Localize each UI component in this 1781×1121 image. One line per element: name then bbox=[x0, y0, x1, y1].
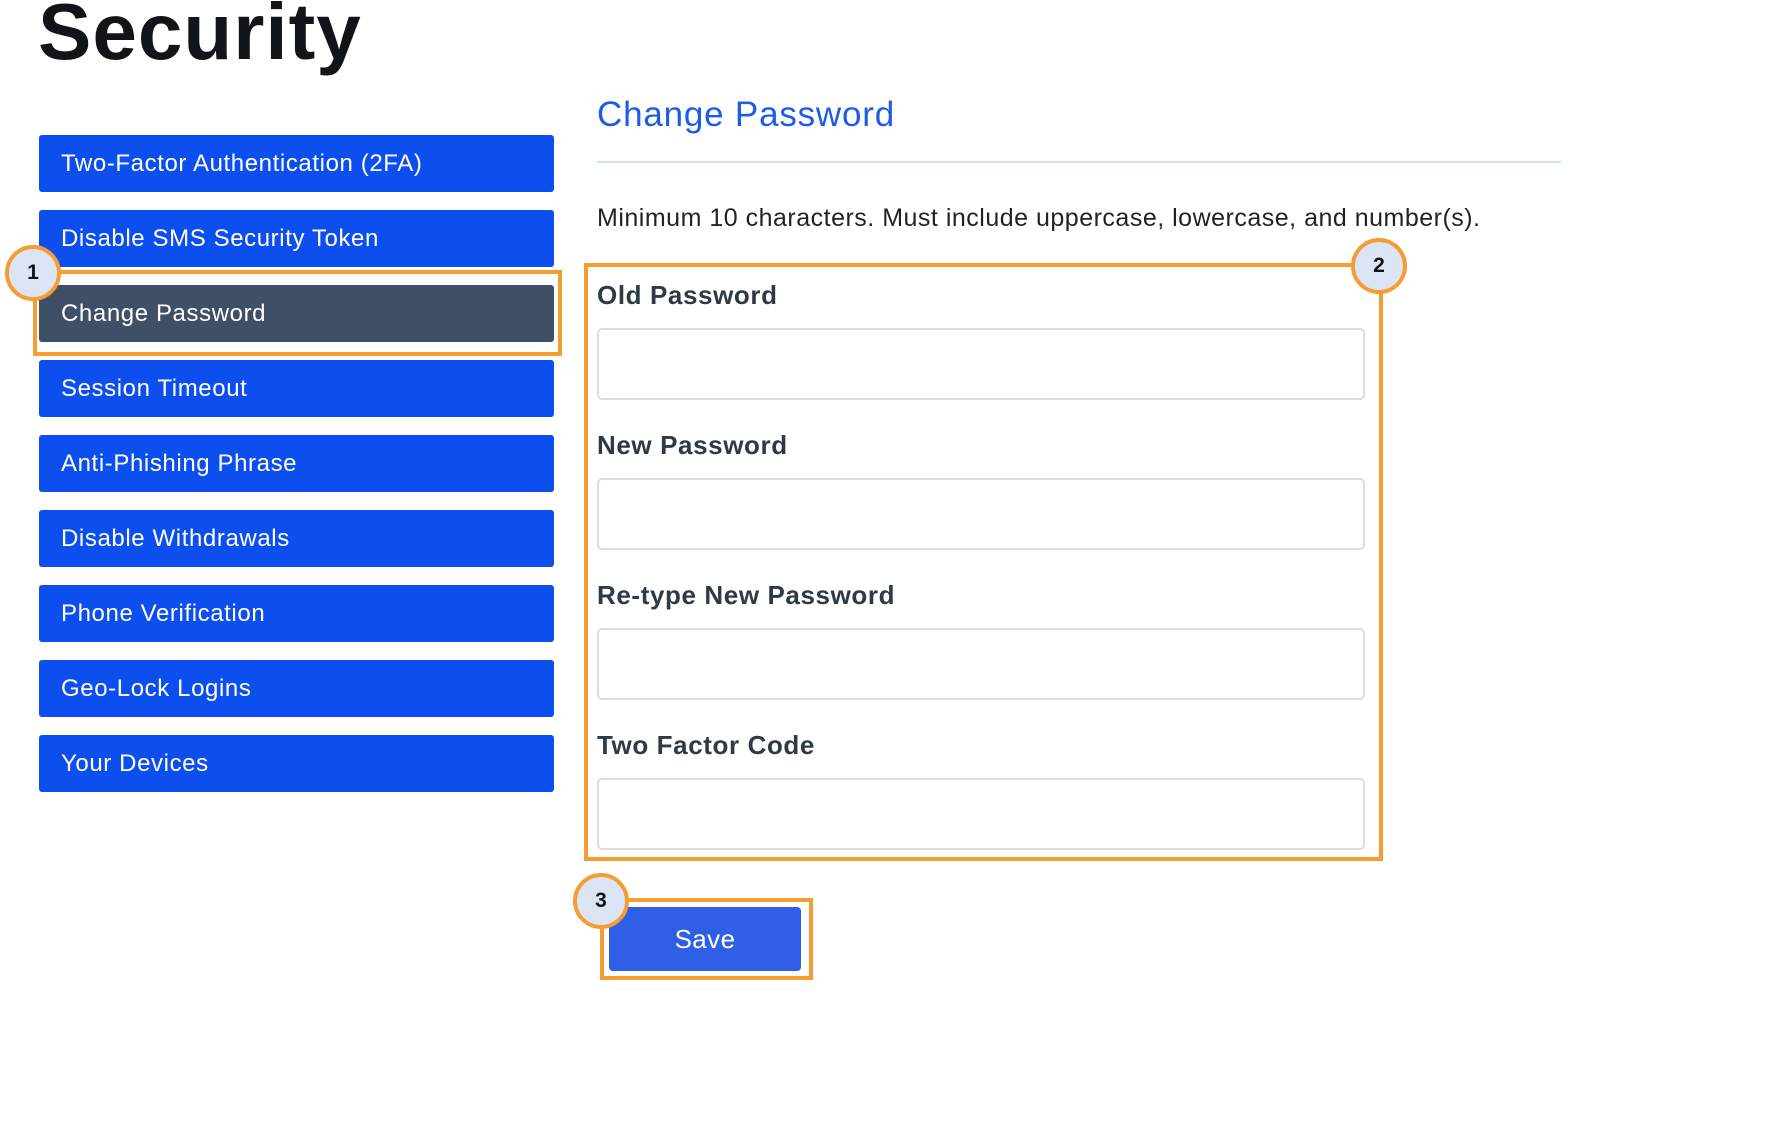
callout-badge-3: 3 bbox=[573, 873, 629, 929]
password-requirements-hint: Minimum 10 characters. Must include uppe… bbox=[597, 204, 1481, 232]
two-factor-code-label: Two Factor Code bbox=[597, 730, 815, 760]
sidebar-item-two-factor-authentication[interactable]: Two-Factor Authentication (2FA) bbox=[39, 135, 554, 192]
callout-badge-1: 1 bbox=[5, 245, 61, 301]
save-button[interactable]: Save bbox=[609, 907, 801, 971]
old-password-field[interactable] bbox=[597, 328, 1365, 400]
sidebar-item-phone-verification[interactable]: Phone Verification bbox=[39, 585, 554, 642]
new-password-field[interactable] bbox=[597, 478, 1365, 550]
sidebar-item-your-devices[interactable]: Your Devices bbox=[39, 735, 554, 792]
section-divider bbox=[597, 161, 1561, 163]
two-factor-code-field[interactable] bbox=[597, 778, 1365, 850]
page-title: Security bbox=[38, 0, 362, 76]
new-password-label: New Password bbox=[597, 430, 788, 460]
sidebar-item-disable-withdrawals[interactable]: Disable Withdrawals bbox=[39, 510, 554, 567]
sidebar-item-session-timeout[interactable]: Session Timeout bbox=[39, 360, 554, 417]
retype-new-password-label: Re-type New Password bbox=[597, 580, 896, 610]
retype-new-password-field[interactable] bbox=[597, 628, 1365, 700]
sidebar-item-geo-lock-logins[interactable]: Geo-Lock Logins bbox=[39, 660, 554, 717]
section-title: Change Password bbox=[597, 95, 895, 134]
callout-badge-2: 2 bbox=[1351, 238, 1407, 294]
sidebar-item-anti-phishing-phrase[interactable]: Anti-Phishing Phrase bbox=[39, 435, 554, 492]
old-password-label: Old Password bbox=[597, 280, 778, 310]
sidebar-item-change-password[interactable]: Change Password bbox=[39, 285, 554, 342]
sidebar-item-disable-sms-security-token[interactable]: Disable SMS Security Token bbox=[39, 210, 554, 267]
